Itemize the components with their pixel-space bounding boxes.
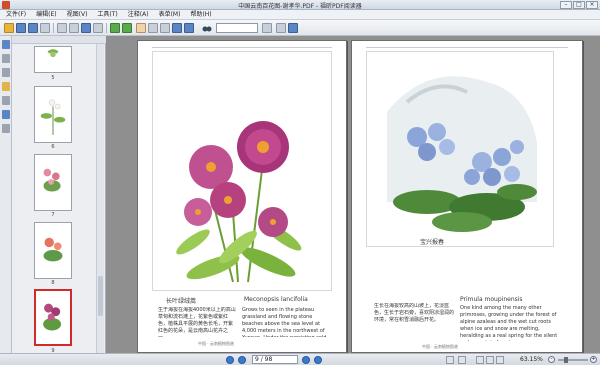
pages-panel-icon[interactable] — [2, 40, 10, 49]
open-folder-icon[interactable] — [4, 23, 14, 33]
document-area[interactable]: 长叶绿绒蒿 Meconopsis lancifolia 生于海拔在海拔4000米… — [106, 36, 600, 353]
pen-icon[interactable] — [2, 124, 10, 133]
zoom-out-icon[interactable]: - — [548, 356, 555, 363]
toolbar-separator — [53, 23, 54, 33]
window-title: 中国云南百花图-谢孝华.PDF - 福昕PDF阅读器 — [238, 3, 362, 10]
thumbnail-page[interactable] — [34, 154, 72, 211]
page-footer: 中国 · 云南植物图谱 — [422, 344, 458, 349]
select-text-icon[interactable] — [148, 23, 158, 33]
species-title-en: Meconopsis lancifolia — [244, 296, 308, 303]
thumbnail-page-active[interactable] — [34, 289, 72, 346]
left-tool-strip — [0, 36, 12, 353]
toolbar — [0, 20, 600, 36]
zoom-slider[interactable] — [558, 357, 588, 363]
copy-icon[interactable] — [57, 23, 67, 33]
meconopsis-illustration — [176, 121, 302, 283]
scrollbar-thumb[interactable] — [98, 276, 103, 316]
thumbnail-scrollbar[interactable] — [96, 44, 104, 353]
zoom-in-icon[interactable] — [172, 23, 182, 33]
close-button[interactable]: × — [586, 1, 598, 9]
zoom-level[interactable]: 63.15% — [520, 356, 543, 364]
bookmarks-icon[interactable] — [2, 54, 10, 63]
find-options-icon[interactable] — [262, 23, 272, 33]
pdf-page-right: 宝兴报春 Primula moupinensis 生长在海拔较高的山坡上，花淡蓝… — [351, 40, 583, 353]
last-page-button[interactable] — [314, 356, 322, 364]
forward-arrow-icon[interactable] — [122, 23, 132, 33]
thumbnail-page[interactable] — [34, 222, 72, 279]
menu-file[interactable]: 文件(F) — [6, 10, 26, 19]
signature-icon[interactable] — [2, 110, 10, 119]
binoculars-icon[interactable] — [202, 23, 212, 33]
menu-edit[interactable]: 编辑(E) — [36, 10, 56, 19]
rotate-icon[interactable] — [276, 23, 286, 33]
thumbnail-page[interactable] — [34, 46, 72, 73]
primula-illustration — [387, 76, 537, 232]
layers-icon[interactable] — [2, 68, 10, 77]
species-description-cn: 生于海拔在海拔4000米以上的高山草甸和流石滩上，花紫色或紫红色，植株具平展的黄… — [158, 307, 236, 337]
status-bar: 9 / 98 63.15% - + — [0, 353, 600, 365]
thumbnail-label: 5 — [51, 75, 55, 81]
zoom-out-icon[interactable] — [184, 23, 194, 33]
species-description-en: Grows to seen in the plateau grassland a… — [242, 307, 326, 337]
species-title-cn: 宝兴报春 — [420, 239, 445, 246]
screen-icon[interactable] — [81, 23, 91, 33]
botanical-illustration-frame — [366, 51, 554, 247]
thumbnail-flower-image — [40, 99, 66, 135]
zoom-in-icon[interactable]: + — [590, 356, 597, 363]
annotation-icon[interactable] — [288, 23, 298, 33]
species-description-en: One kind among the many other primroses,… — [460, 305, 558, 341]
menu-tools[interactable]: 工具(T) — [97, 10, 117, 19]
save-icon[interactable] — [16, 23, 26, 33]
thumbnail-label: 6 — [51, 144, 55, 150]
page-setup-icon[interactable] — [93, 23, 103, 33]
menu-form[interactable]: 表单(M) — [159, 10, 181, 19]
comments-icon[interactable] — [2, 82, 10, 91]
single-page-view-icon[interactable] — [476, 356, 484, 364]
attachment-icon[interactable] — [2, 96, 10, 105]
first-page-button[interactable] — [226, 356, 234, 364]
email-icon[interactable] — [40, 23, 50, 33]
thumbnail-page[interactable] — [34, 86, 72, 143]
page-top-rule — [366, 47, 568, 48]
back-arrow-icon[interactable] — [110, 23, 120, 33]
species-description-cn: 生长在海拔较高的山坡上，花淡蓝色，生长于岩石旁，喜欢阴凉湿润的环境，常在积雪消融… — [374, 303, 454, 323]
page-number-input[interactable]: 9 / 98 — [252, 355, 298, 364]
previous-page-button[interactable] — [238, 356, 246, 364]
thumbnail-flower-image — [43, 303, 62, 331]
thumbnail-flower-image — [47, 49, 59, 58]
minimize-button[interactable]: – — [560, 1, 572, 9]
find-input[interactable] — [216, 23, 258, 33]
fit-page-icon[interactable] — [446, 356, 454, 364]
thumbnail-flower-image — [43, 168, 61, 192]
thumbnail-label: 7 — [51, 212, 55, 218]
window-controls: – □ × — [560, 1, 598, 9]
pdf-page-left: 长叶绿绒蒿 Meconopsis lancifolia 生于海拔在海拔4000米… — [137, 40, 347, 353]
menu-view[interactable]: 视图(V) — [67, 10, 88, 19]
title-bar: 中国云南百花图-谢孝华.PDF - 福昕PDF阅读器 – □ × — [0, 0, 600, 10]
botanical-illustration-frame — [152, 51, 332, 291]
species-title-en: Primula moupinensis — [460, 296, 523, 303]
hand-tool-icon[interactable] — [136, 23, 146, 33]
page-top-rule — [152, 47, 332, 48]
print-icon[interactable] — [28, 23, 38, 33]
fit-width-icon[interactable] — [458, 356, 466, 364]
two-page-view-icon[interactable] — [486, 356, 494, 364]
thumbnail-label: 8 — [51, 280, 55, 286]
toolbar-separator — [106, 23, 107, 33]
menu-comment[interactable]: 注释(A) — [128, 10, 149, 19]
zoom-slider-knob[interactable] — [564, 357, 568, 363]
thumbnail-flower-image — [43, 237, 63, 262]
menu-bar: 文件(F) 编辑(E) 视图(V) 工具(T) 注释(A) 表单(M) 帮助(H… — [0, 10, 600, 20]
paste-icon[interactable] — [69, 23, 79, 33]
snapshot-icon[interactable] — [160, 23, 170, 33]
page-footer: 中国 · 云南植物图谱 — [198, 341, 234, 346]
next-page-button[interactable] — [302, 356, 310, 364]
continuous-view-icon[interactable] — [496, 356, 504, 364]
species-title-cn: 长叶绿绒蒿 — [166, 298, 197, 305]
thumbnail-panel-header — [12, 36, 106, 44]
maximize-button[interactable]: □ — [573, 1, 585, 9]
menu-help[interactable]: 帮助(H) — [190, 10, 211, 19]
thumbnail-panel: 5 6 7 8 9 — [12, 36, 106, 354]
